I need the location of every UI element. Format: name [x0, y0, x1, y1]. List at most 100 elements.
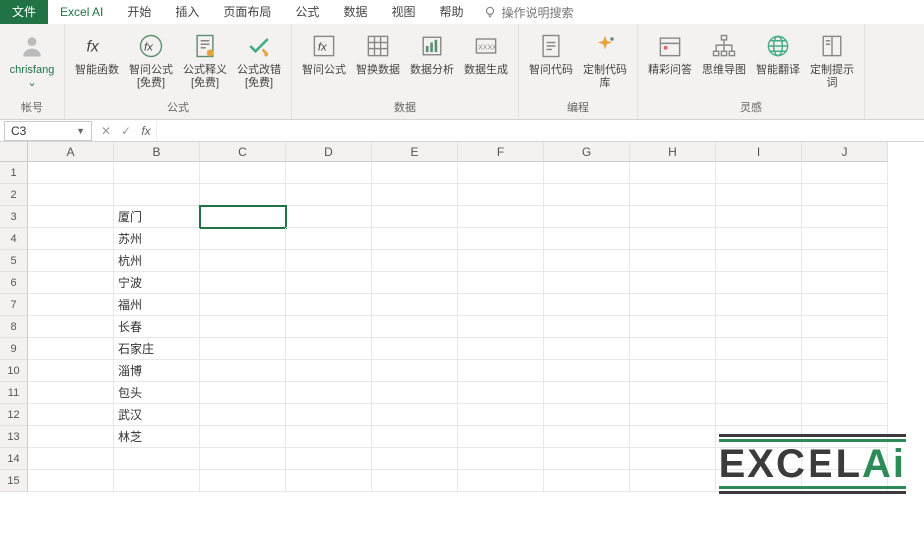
cell-C6[interactable] [200, 272, 286, 294]
cell-G7[interactable] [544, 294, 630, 316]
row-header-12[interactable]: 12 [0, 404, 28, 426]
cell-G15[interactable] [544, 470, 630, 492]
cell-B8[interactable]: 长春 [114, 316, 200, 338]
tab-公式[interactable]: 公式 [283, 0, 331, 24]
cell-I12[interactable] [716, 404, 802, 426]
col-header-J[interactable]: J [802, 142, 888, 162]
cell-J11[interactable] [802, 382, 888, 404]
col-header-F[interactable]: F [458, 142, 544, 162]
row-header-4[interactable]: 4 [0, 228, 28, 250]
cell-I1[interactable] [716, 162, 802, 184]
cell-H11[interactable] [630, 382, 716, 404]
cell-D12[interactable] [286, 404, 372, 426]
cell-H9[interactable] [630, 338, 716, 360]
cell-H1[interactable] [630, 162, 716, 184]
cell-D5[interactable] [286, 250, 372, 272]
ribbon-qa[interactable]: 精彩问答 [644, 28, 696, 79]
cell-B6[interactable]: 宁波 [114, 272, 200, 294]
tab-excel-ai[interactable]: Excel AI [48, 0, 115, 24]
cell-C2[interactable] [200, 184, 286, 206]
ribbon-formula-debug[interactable]: 公式改错 [免费] [233, 28, 285, 92]
row-header-1[interactable]: 1 [0, 162, 28, 184]
cell-B4[interactable]: 苏州 [114, 228, 200, 250]
cell-C9[interactable] [200, 338, 286, 360]
cell-E3[interactable] [372, 206, 458, 228]
cell-H7[interactable] [630, 294, 716, 316]
cell-E1[interactable] [372, 162, 458, 184]
cell-C13[interactable] [200, 426, 286, 448]
cell-A8[interactable] [28, 316, 114, 338]
ribbon-data-generate[interactable]: XXXX数据生成 [460, 28, 512, 79]
cell-D11[interactable] [286, 382, 372, 404]
cell-H12[interactable] [630, 404, 716, 426]
cell-G8[interactable] [544, 316, 630, 338]
cell-A15[interactable] [28, 470, 114, 492]
cell-G14[interactable] [544, 448, 630, 470]
cell-C12[interactable] [200, 404, 286, 426]
cell-H3[interactable] [630, 206, 716, 228]
cell-F7[interactable] [458, 294, 544, 316]
accept-icon[interactable]: ✓ [116, 124, 136, 138]
cell-E13[interactable] [372, 426, 458, 448]
cell-H14[interactable] [630, 448, 716, 470]
row-header-2[interactable]: 2 [0, 184, 28, 206]
cell-G5[interactable] [544, 250, 630, 272]
cell-B2[interactable] [114, 184, 200, 206]
cell-I3[interactable] [716, 206, 802, 228]
row-header-13[interactable]: 13 [0, 426, 28, 448]
cancel-icon[interactable]: ✕ [96, 124, 116, 138]
cell-F14[interactable] [458, 448, 544, 470]
cell-G1[interactable] [544, 162, 630, 184]
col-header-C[interactable]: C [200, 142, 286, 162]
cell-E8[interactable] [372, 316, 458, 338]
cell-E6[interactable] [372, 272, 458, 294]
ribbon-data-analyze[interactable]: 数据分析 [406, 28, 458, 79]
cell-F2[interactable] [458, 184, 544, 206]
cell-G10[interactable] [544, 360, 630, 382]
row-header-11[interactable]: 11 [0, 382, 28, 404]
cell-J12[interactable] [802, 404, 888, 426]
row-header-3[interactable]: 3 [0, 206, 28, 228]
ribbon-smart-code[interactable]: 智问代码 [525, 28, 577, 79]
cell-G11[interactable] [544, 382, 630, 404]
col-header-E[interactable]: E [372, 142, 458, 162]
ribbon-smart-formula2[interactable]: fx智问公式 [298, 28, 350, 79]
cell-J5[interactable] [802, 250, 888, 272]
col-header-G[interactable]: G [544, 142, 630, 162]
cell-J3[interactable] [802, 206, 888, 228]
cell-D9[interactable] [286, 338, 372, 360]
cell-F5[interactable] [458, 250, 544, 272]
cell-B9[interactable]: 石家庄 [114, 338, 200, 360]
cell-I4[interactable] [716, 228, 802, 250]
cell-J4[interactable] [802, 228, 888, 250]
ribbon-custom-lib[interactable]: 定制代码库 [579, 28, 631, 92]
cell-J2[interactable] [802, 184, 888, 206]
cell-H4[interactable] [630, 228, 716, 250]
cell-F9[interactable] [458, 338, 544, 360]
cell-H6[interactable] [630, 272, 716, 294]
cell-G3[interactable] [544, 206, 630, 228]
cell-H15[interactable] [630, 470, 716, 492]
tab-帮助[interactable]: 帮助 [427, 0, 475, 24]
cell-D4[interactable] [286, 228, 372, 250]
cell-E9[interactable] [372, 338, 458, 360]
cell-B1[interactable] [114, 162, 200, 184]
row-header-15[interactable]: 15 [0, 470, 28, 492]
formula-input[interactable] [156, 121, 924, 141]
cell-F6[interactable] [458, 272, 544, 294]
cell-A4[interactable] [28, 228, 114, 250]
cell-A2[interactable] [28, 184, 114, 206]
tab-页面布局[interactable]: 页面布局 [211, 0, 283, 24]
ribbon-formula-explain[interactable]: 公式释义 [免费] [179, 28, 231, 92]
row-header-6[interactable]: 6 [0, 272, 28, 294]
cell-A11[interactable] [28, 382, 114, 404]
tab-file[interactable]: 文件 [0, 0, 48, 24]
cell-I5[interactable] [716, 250, 802, 272]
cell-B11[interactable]: 包头 [114, 382, 200, 404]
cell-F12[interactable] [458, 404, 544, 426]
cell-B13[interactable]: 林芝 [114, 426, 200, 448]
cell-D10[interactable] [286, 360, 372, 382]
cell-D1[interactable] [286, 162, 372, 184]
cell-B14[interactable] [114, 448, 200, 470]
row-header-14[interactable]: 14 [0, 448, 28, 470]
